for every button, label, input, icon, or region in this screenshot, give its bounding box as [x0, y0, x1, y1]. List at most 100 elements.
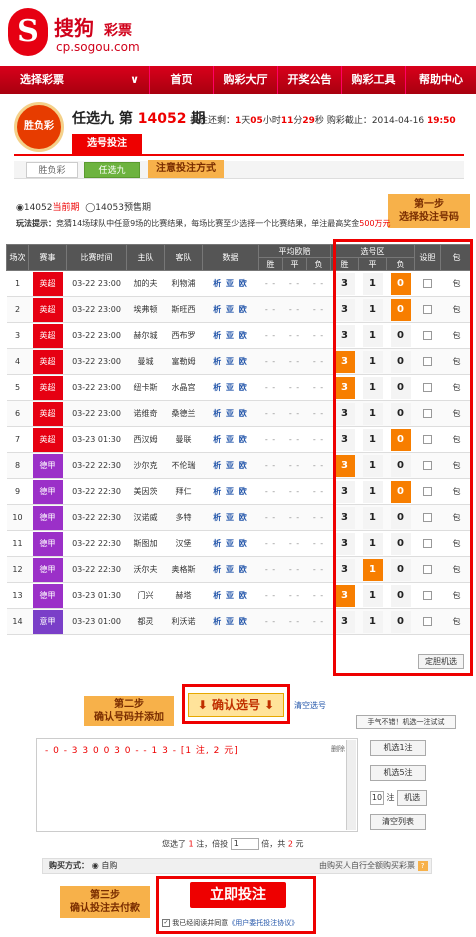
analysis-links[interactable]: 析 亚 欧: [202, 582, 259, 609]
tab-bet[interactable]: 选号投注: [72, 134, 142, 154]
analysis-links[interactable]: 析 亚 欧: [202, 322, 259, 349]
league-badge[interactable]: 意甲: [32, 609, 63, 634]
analysis-links[interactable]: 析 亚 欧: [202, 608, 259, 635]
match-time: 03-22 22:30: [66, 556, 127, 583]
selection-scrollbar[interactable]: [346, 740, 356, 830]
submit-bet-button[interactable]: 立即投注: [190, 882, 286, 908]
analysis-links[interactable]: 析 亚 欧: [202, 504, 259, 531]
away-team[interactable]: 斯旺西: [164, 296, 203, 323]
random-count-input[interactable]: 10: [370, 791, 384, 805]
analysis-links[interactable]: 析 亚 欧: [202, 530, 259, 557]
tab-shengfucai[interactable]: 胜负彩: [26, 162, 78, 178]
issue-number: 14052: [137, 111, 187, 127]
home-team[interactable]: 赫尔城: [126, 322, 165, 349]
clear-list-button[interactable]: 清空列表: [370, 814, 426, 830]
analysis-links[interactable]: 析 亚 欧: [202, 400, 259, 427]
home-team[interactable]: 纽卡斯: [126, 374, 165, 401]
away-team[interactable]: 汉堡: [164, 530, 203, 557]
radio-presale[interactable]: ◯14053: [85, 203, 124, 213]
agree-checkbox[interactable]: ✓: [162, 919, 170, 927]
analysis-links[interactable]: 析 亚 欧: [202, 296, 259, 323]
random-5-button[interactable]: 机选5注: [370, 765, 426, 781]
away-team[interactable]: 利物浦: [164, 270, 203, 297]
lucky-tip[interactable]: 手气不错！机选一注试试: [356, 715, 456, 729]
home-team[interactable]: 沃尔夫: [126, 556, 165, 583]
league-badge[interactable]: 英超: [32, 375, 63, 400]
away-team[interactable]: 奥格斯: [164, 556, 203, 583]
odds-loss: - -: [306, 322, 331, 349]
self-buy-radio[interactable]: ◉ 自购: [92, 861, 118, 870]
league-badge[interactable]: 英超: [32, 349, 63, 374]
odds-draw: - -: [282, 608, 307, 635]
odds-loss: - -: [306, 452, 331, 479]
home-team[interactable]: 加的夫: [126, 270, 165, 297]
delete-link[interactable]: 删除: [331, 744, 345, 754]
confirm-selection-button[interactable]: ⬇ 确认选号 ⬇: [188, 693, 284, 717]
away-team[interactable]: 桑德兰: [164, 400, 203, 427]
home-team[interactable]: 西汉姆: [126, 426, 165, 453]
analysis-links[interactable]: 析 亚 欧: [202, 270, 259, 297]
callout-step2: 第二步 确认号码并添加: [84, 696, 174, 726]
home-team[interactable]: 都灵: [126, 608, 165, 635]
league-badge[interactable]: 德甲: [32, 505, 63, 530]
league-badge[interactable]: 德甲: [32, 531, 63, 556]
selection-list[interactable]: - 0 - 3 3 0 0 3 0 - - 1 3 - [1 注, 2 元] 删…: [36, 738, 358, 832]
nav-item-tools[interactable]: 购彩工具: [342, 66, 406, 94]
analysis-links[interactable]: 析 亚 欧: [202, 556, 259, 583]
odds-loss: - -: [306, 426, 331, 453]
analysis-links[interactable]: 析 亚 欧: [202, 348, 259, 375]
agreement-link[interactable]: 《用户委托投注协议》: [228, 919, 298, 927]
league-badge[interactable]: 英超: [32, 401, 63, 426]
league-badge[interactable]: 德甲: [32, 453, 63, 478]
help-icon[interactable]: ?: [417, 861, 428, 871]
analysis-links[interactable]: 析 亚 欧: [202, 374, 259, 401]
match-no: 13: [6, 582, 29, 609]
odds-draw: - -: [282, 504, 307, 531]
analysis-links[interactable]: 析 亚 欧: [202, 426, 259, 453]
league-badge[interactable]: 英超: [32, 323, 63, 348]
nav-item-help[interactable]: 帮助中心: [406, 66, 476, 94]
nav-item-home[interactable]: 首页: [150, 66, 214, 94]
multiple-input[interactable]: 1: [230, 838, 259, 850]
away-team[interactable]: 不伦瑞: [164, 452, 203, 479]
lottery-select[interactable]: 选择彩票 ∨: [0, 66, 150, 94]
away-team[interactable]: 曼联: [164, 426, 203, 453]
random-n-button[interactable]: 机选: [397, 790, 428, 806]
away-team[interactable]: 拜仁: [164, 478, 203, 505]
col-odds[interactable]: 平均欧赔: [258, 244, 331, 258]
home-team[interactable]: 斯图加: [126, 530, 165, 557]
league-badge[interactable]: 德甲: [32, 583, 63, 608]
analysis-links[interactable]: 析 亚 欧: [202, 478, 259, 505]
sogou-logo[interactable]: S: [8, 8, 48, 56]
nav-item-lobby[interactable]: 购彩大厅: [214, 66, 278, 94]
odds-win: - -: [258, 348, 283, 375]
home-team[interactable]: 汉诺威: [126, 504, 165, 531]
home-team[interactable]: 埃弗顿: [126, 296, 165, 323]
home-team[interactable]: 曼城: [126, 348, 165, 375]
home-team[interactable]: 诺维奇: [126, 400, 165, 427]
league-badge[interactable]: 英超: [32, 271, 63, 296]
away-team[interactable]: 赫塔: [164, 582, 203, 609]
clear-selection-link[interactable]: 清空选号: [294, 700, 326, 711]
home-team[interactable]: 门兴: [126, 582, 165, 609]
league-badge[interactable]: 德甲: [32, 479, 63, 504]
radio-current[interactable]: ◉14052: [16, 203, 52, 213]
away-team[interactable]: 水晶宫: [164, 374, 203, 401]
away-team[interactable]: 多特: [164, 504, 203, 531]
analysis-links[interactable]: 析 亚 欧: [202, 452, 259, 479]
away-team[interactable]: 西布罗: [164, 322, 203, 349]
random-1-button[interactable]: 机选1注: [370, 740, 426, 756]
random-banker-button[interactable]: 定胆机选: [418, 654, 464, 669]
league-badge[interactable]: 德甲: [32, 557, 63, 582]
away-team[interactable]: 利沃诺: [164, 608, 203, 635]
league-badge[interactable]: 英超: [32, 427, 63, 452]
nav-item-results[interactable]: 开奖公告: [278, 66, 342, 94]
home-team[interactable]: 沙尔克: [126, 452, 165, 479]
home-team[interactable]: 美因茨: [126, 478, 165, 505]
callout-step3: 第三步 确认投注去付款: [60, 886, 150, 918]
tab-renxuan9[interactable]: 任选九: [84, 162, 140, 178]
league-badge[interactable]: 英超: [32, 297, 63, 322]
away-team[interactable]: 富勒姆: [164, 348, 203, 375]
col-away: 客队: [164, 244, 203, 271]
col-time: 比赛时间: [66, 244, 127, 271]
